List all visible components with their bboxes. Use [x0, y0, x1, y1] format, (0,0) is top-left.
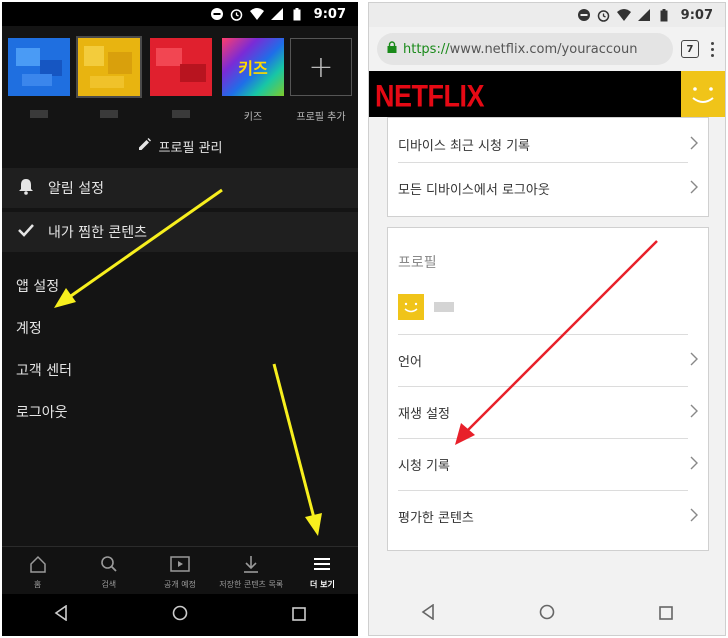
nav-more-label: 더 보기 [309, 580, 335, 589]
nav-more[interactable]: 더 보기 [287, 547, 358, 594]
netflix-app-more-screen: 9:07 키즈 키즈 + 프로필 추가 프로필 관리 알림 설정 내가 찜한 콘… [2, 2, 358, 636]
nav-home[interactable]: 홈 [2, 547, 73, 594]
recents-icon[interactable] [659, 605, 673, 624]
nav-coming-soon-label: 공개 예정 [164, 580, 196, 589]
arrow-to-account [54, 188, 223, 308]
nav-search[interactable]: 검색 [73, 547, 144, 594]
nav-downloads-label: 저장한 콘텐츠 목록 [219, 580, 284, 589]
netflix-account-web: 9:07 https://www.netflix.com/youraccoun … [368, 2, 726, 636]
annotation-arrows [455, 240, 658, 445]
nav-home-label: 홈 [33, 580, 42, 589]
bottom-navigation: 홈 검색 공개 예정 저장한 콘텐츠 목록 더 보기 [2, 546, 358, 594]
arrow-to-more-tab [272, 363, 322, 536]
search-icon [100, 555, 118, 575]
nav-search-label: 검색 [101, 580, 117, 589]
home-icon [29, 555, 47, 575]
play-box-icon [170, 555, 190, 575]
recents-icon[interactable] [292, 606, 306, 625]
home-circle-icon[interactable] [172, 605, 188, 625]
nav-coming-soon[interactable]: 공개 예정 [144, 547, 215, 594]
download-icon [242, 555, 260, 575]
system-navigation [369, 593, 725, 635]
system-navigation [2, 594, 358, 636]
home-circle-icon[interactable] [539, 604, 555, 624]
menu-icon [313, 555, 331, 575]
back-icon[interactable] [54, 604, 68, 625]
nav-downloads[interactable]: 저장한 콘텐츠 목록 [216, 547, 287, 594]
annotation-arrows [54, 188, 322, 536]
arrow-to-viewing-activity [455, 240, 658, 445]
back-icon[interactable] [421, 603, 435, 624]
